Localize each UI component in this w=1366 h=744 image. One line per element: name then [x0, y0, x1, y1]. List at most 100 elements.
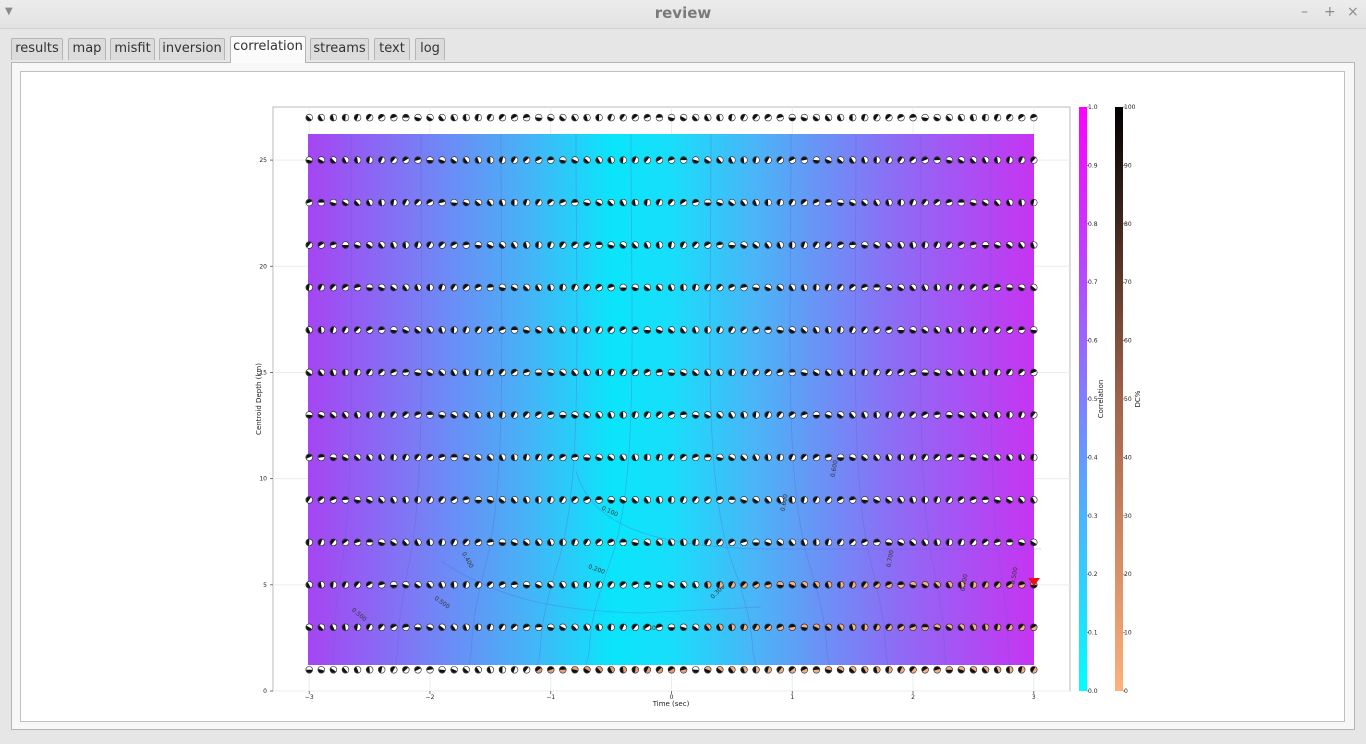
- beachball: [317, 666, 326, 674]
- beachball: [824, 368, 833, 377]
- beachball: [498, 326, 507, 334]
- beachball: [679, 113, 688, 122]
- beachball: [836, 156, 845, 164]
- tab-correlation[interactable]: correlation: [230, 36, 306, 63]
- beachball: [764, 581, 772, 589]
- tab-streams[interactable]: streams: [310, 38, 369, 60]
- colorbar-tick-label: 0.4: [1088, 454, 1098, 461]
- beachball: [921, 113, 929, 122]
- beachball: [848, 453, 857, 462]
- beachball: [341, 241, 350, 249]
- beachball: [619, 666, 627, 674]
- beachball: [1017, 198, 1026, 207]
- beachball: [848, 581, 857, 589]
- beachball: [450, 283, 458, 292]
- beachball: [390, 411, 398, 419]
- beachball: [1030, 496, 1038, 504]
- beachball: [631, 623, 639, 631]
- beachball: [414, 368, 422, 377]
- beachball: [788, 496, 796, 504]
- beachball: [305, 156, 313, 164]
- beachball: [438, 581, 446, 589]
- beachball: [414, 156, 422, 164]
- beachball: [824, 156, 833, 164]
- beachball: [474, 496, 482, 504]
- beachball: [643, 156, 652, 164]
- beachball: [909, 623, 917, 631]
- beachball: [474, 326, 482, 334]
- y-axis-label: Centroid Depth (km): [255, 363, 263, 435]
- beachball: [704, 623, 712, 631]
- beachball: [438, 666, 446, 674]
- beachball: [522, 496, 531, 504]
- tab-text[interactable]: text: [374, 38, 410, 60]
- beachball: [341, 411, 350, 419]
- tab-results[interactable]: results: [11, 38, 63, 60]
- beachball: [353, 623, 362, 631]
- beachball: [691, 496, 700, 504]
- beachball: [390, 623, 398, 631]
- beachball: [704, 113, 712, 122]
- beachball: [981, 538, 990, 547]
- beachball: [426, 241, 434, 249]
- beachball: [559, 156, 567, 164]
- beachball: [390, 113, 398, 122]
- beachball: [824, 283, 833, 292]
- beachball: [1005, 326, 1014, 334]
- tab-map[interactable]: map: [68, 38, 106, 60]
- close-button[interactable]: ×: [1347, 4, 1359, 20]
- beachball: [752, 326, 760, 334]
- beachball: [1017, 453, 1026, 462]
- beachball: [655, 496, 664, 504]
- colorbar-tick-label: 100: [1124, 104, 1136, 111]
- beachball: [498, 496, 507, 504]
- tab-log[interactable]: log: [415, 38, 445, 60]
- beachball: [836, 496, 845, 504]
- beachball: [390, 496, 398, 504]
- beachball: [534, 326, 543, 334]
- beachball: [426, 453, 434, 462]
- beachball: [945, 496, 953, 504]
- beachball: [836, 581, 845, 589]
- beachball: [450, 496, 458, 504]
- beachball: [836, 453, 845, 462]
- beachball: [486, 156, 495, 164]
- minimize-button[interactable]: –: [1301, 4, 1308, 20]
- beachball: [897, 496, 905, 504]
- beachball: [619, 283, 627, 292]
- beachball: [571, 623, 579, 631]
- tab-misfit[interactable]: misfit: [110, 38, 155, 60]
- beachball: [522, 666, 531, 674]
- beachball: [933, 538, 941, 547]
- beachball: [474, 113, 482, 122]
- beachball: [776, 198, 784, 207]
- beachball: [836, 623, 845, 631]
- beachball: [474, 411, 482, 419]
- beachball: [945, 241, 953, 249]
- beachball: [571, 326, 579, 334]
- beachball: [716, 538, 724, 547]
- beachball: [559, 496, 567, 504]
- beachball: [462, 368, 470, 377]
- beachball: [897, 241, 905, 249]
- beachball: [728, 368, 736, 377]
- beachball: [619, 411, 627, 419]
- beachball: [716, 326, 724, 334]
- beachball: [510, 623, 519, 631]
- beachball: [462, 113, 470, 122]
- beachball: [631, 156, 639, 164]
- beachball: [897, 156, 905, 164]
- beachball: [848, 496, 857, 504]
- tab-inversion[interactable]: inversion: [159, 38, 225, 60]
- beachball: [414, 623, 422, 631]
- beachball: [1030, 411, 1038, 419]
- beachball: [704, 156, 712, 164]
- beachball: [921, 198, 929, 207]
- beachball: [897, 666, 905, 674]
- beachball: [812, 156, 821, 164]
- beachball: [559, 113, 567, 122]
- beachball: [957, 623, 966, 631]
- beachball: [462, 581, 470, 589]
- beachball: [402, 411, 410, 419]
- maximize-button[interactable]: +: [1324, 4, 1336, 20]
